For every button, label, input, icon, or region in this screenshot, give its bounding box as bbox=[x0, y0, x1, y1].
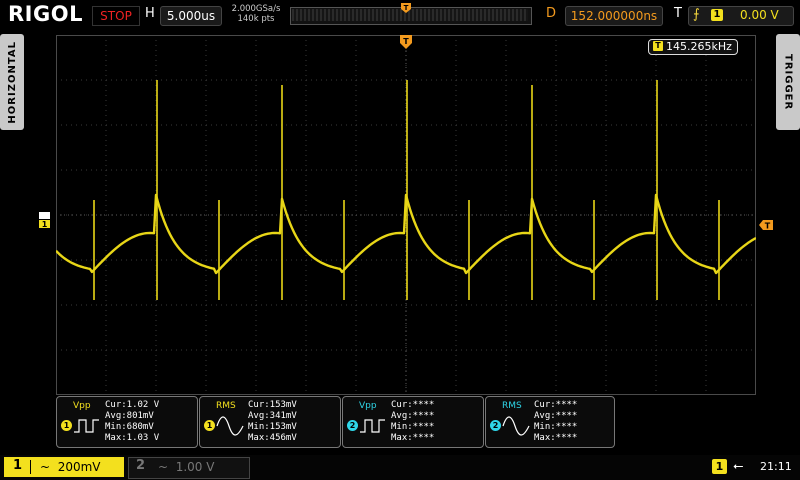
usb-icon: ⭠ bbox=[733, 459, 744, 474]
meas-average: Avg:341mV bbox=[248, 411, 297, 421]
meas-current: Cur:**** bbox=[534, 400, 578, 410]
delay-label: D bbox=[546, 6, 557, 21]
ch2-scale: ~ 1.00 V bbox=[158, 460, 214, 474]
meas-name: Vpp bbox=[359, 401, 377, 411]
meas-minimum: Min:**** bbox=[534, 422, 578, 432]
meas-current: Cur:153mV bbox=[248, 400, 297, 410]
sine-wave-icon bbox=[216, 416, 244, 436]
trigger-source-badge: 1 bbox=[711, 9, 723, 21]
pulse-wave-icon bbox=[360, 419, 385, 433]
trigger-level-marker-icon[interactable]: T bbox=[758, 219, 774, 231]
meas-minimum: Min:153mV bbox=[248, 422, 297, 432]
sine-wave-icon bbox=[502, 416, 530, 436]
meas-maximum: Max:456mV bbox=[248, 433, 297, 443]
trigger-tab-label: TRIGGER bbox=[782, 53, 794, 111]
meas-maximum: Max:**** bbox=[391, 433, 435, 443]
pulse-wave-icon bbox=[74, 419, 99, 433]
meas-average: Avg:**** bbox=[534, 411, 578, 421]
trigger-level-value[interactable]: 0.00 V bbox=[740, 6, 779, 24]
sample-rate: 2.000GSa/s bbox=[231, 4, 281, 14]
horizontal-label: H bbox=[145, 6, 155, 21]
measurement-panel-2[interactable]: RMS 1 Cur:153mV Avg:341mV Min:153mV Max:… bbox=[199, 396, 341, 448]
meas-source-badge: 2 bbox=[490, 420, 501, 431]
ch1-scale: ~ 200mV bbox=[40, 460, 101, 474]
frequency-value: 145.265kHz bbox=[666, 40, 732, 53]
ch2-vertical-scale: 1.00 V bbox=[175, 460, 215, 474]
measurement-panel-1[interactable]: Vpp 1 Cur:1.02 V Avg:801mV Min:680mV Max… bbox=[56, 396, 198, 448]
delay-value[interactable]: 152.000000ns bbox=[565, 6, 663, 26]
measurement-panel-4[interactable]: RMS 2 Cur:**** Avg:**** Min:**** Max:***… bbox=[485, 396, 615, 448]
meas-average: Avg:801mV bbox=[105, 411, 154, 421]
ac-coupling-icon: ~ bbox=[158, 460, 169, 474]
meas-name: Vpp bbox=[73, 401, 91, 411]
active-channel-badge: 1 bbox=[712, 459, 727, 474]
meas-current: Cur:1.02 V bbox=[105, 400, 160, 410]
waveform-display[interactable] bbox=[56, 35, 756, 395]
clock-time: 21:11 bbox=[760, 460, 792, 473]
trigger-menu-tab[interactable]: TRIGGER bbox=[776, 34, 800, 130]
brand-logo: RIGOL bbox=[8, 2, 83, 26]
meas-name: RMS bbox=[502, 401, 522, 411]
ch1-waveform-trace bbox=[56, 193, 756, 275]
meas-minimum: Min:680mV bbox=[105, 422, 154, 432]
memory-depth: 140k pts bbox=[237, 14, 275, 24]
meas-name: RMS bbox=[216, 401, 236, 411]
ch2-number: 2 bbox=[136, 458, 146, 473]
horizontal-menu-tab[interactable]: HORIZONTAL bbox=[0, 34, 24, 130]
ch1-vertical-scale: 200mV bbox=[57, 460, 101, 474]
frequency-source-icon: T bbox=[653, 41, 663, 51]
svg-text:T: T bbox=[404, 4, 409, 12]
meas-average: Avg:**** bbox=[391, 411, 435, 421]
ch1-spikes bbox=[93, 80, 720, 300]
measurement-panel-3[interactable]: Vpp 2 Cur:**** Avg:**** Min:**** Max:***… bbox=[342, 396, 484, 448]
ch1-separator bbox=[30, 460, 31, 474]
sample-info: 2.000GSa/s 140k pts bbox=[228, 4, 284, 24]
meas-source-badge: 2 bbox=[347, 420, 358, 431]
meas-maximum: Max:**** bbox=[534, 433, 578, 443]
ch1-marker-label: 1 bbox=[42, 220, 48, 228]
horizontal-tab-label: HORIZONTAL bbox=[6, 40, 18, 124]
ac-coupling-icon: ~ bbox=[40, 460, 51, 474]
meas-source-badge: 1 bbox=[61, 420, 72, 431]
ch1-number: 1 bbox=[13, 458, 23, 473]
timebase-value[interactable]: 5.000us bbox=[160, 6, 222, 26]
meas-maximum: Max:1.03 V bbox=[105, 433, 160, 443]
trigger-position-icon: T bbox=[401, 3, 411, 13]
meas-minimum: Min:**** bbox=[391, 422, 435, 432]
trigger-time-marker-icon: T bbox=[400, 35, 412, 49]
trigger-label: T bbox=[674, 6, 682, 21]
svg-text:T: T bbox=[403, 37, 409, 46]
ch1-offset-marker-icon[interactable]: 1 bbox=[38, 211, 52, 228]
meas-source-badge: 1 bbox=[204, 420, 215, 431]
run-stop-status[interactable]: STOP bbox=[92, 6, 140, 26]
rising-edge-icon: ⨍ bbox=[693, 7, 700, 22]
meas-current: Cur:**** bbox=[391, 400, 435, 410]
trigger-marker-label: T bbox=[765, 222, 771, 231]
